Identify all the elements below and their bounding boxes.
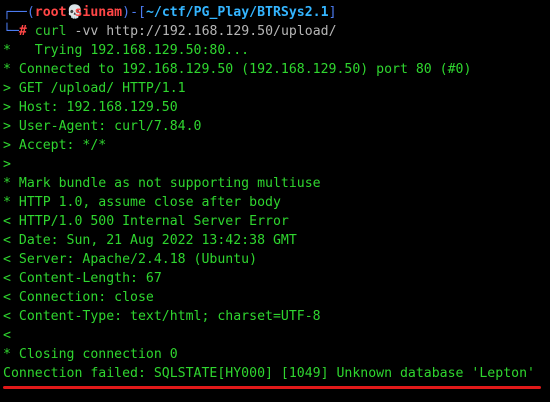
output-line: > <box>3 157 11 172</box>
command-flag: -vv <box>74 24 99 39</box>
command-line[interactable]: └─# curl -vv http://192.168.129.50/uploa… <box>3 22 550 41</box>
prompt-separator: )-[ <box>122 5 146 20</box>
output-line: < HTTP/1.0 500 Internal Server Error <box>3 214 289 229</box>
prompt-open-paren: ( <box>26 5 35 20</box>
output-line: > Accept: */* <box>3 138 107 153</box>
output-line: * Mark bundle as not supporting multiuse <box>3 176 321 191</box>
output-line: * HTTP 1.0, assume close after body <box>3 195 281 210</box>
error-message-line: Connection failed: SQLSTATE[HY000] [1049… <box>3 366 535 381</box>
output-line: < Connection: close <box>3 290 154 305</box>
output-line: > GET /upload/ HTTP/1.1 <box>3 81 186 96</box>
output-line: < Date: Sun, 21 Aug 2022 13:42:38 GMT <box>3 233 297 248</box>
command-url: http://192.168.129.50/upload/ <box>106 24 337 39</box>
prompt-user: root <box>34 5 67 20</box>
output-line: * Trying 192.168.129.50:80... <box>3 43 250 58</box>
terminal-window[interactable]: ┌──(root💀siunam)-[~/ctf/PG_Play/BTRSys2.… <box>3 3 550 402</box>
error-highlight-underline <box>3 386 541 389</box>
prompt-bottom-corner: └─ <box>3 24 19 39</box>
output-line: > User-Agent: curl/7.84.0 <box>3 119 202 134</box>
output-line: * Closing connection 0 <box>3 347 178 362</box>
prompt-path: ~/ctf/PG_Play/BTRSys2.1 <box>145 5 329 20</box>
prompt-line-top: ┌──(root💀siunam)-[~/ctf/PG_Play/BTRSys2.… <box>3 3 550 22</box>
output-line: < Content-Length: 67 <box>3 271 162 286</box>
command-name: curl <box>34 24 67 39</box>
output-line: * Connected to 192.168.129.50 (192.168.1… <box>3 62 472 77</box>
prompt-top-corner: ┌── <box>3 5 27 20</box>
output-line: < Server: Apache/2.4.18 (Ubuntu) <box>3 252 258 267</box>
prompt-host: siunam <box>74 5 123 20</box>
output-line: < <box>3 328 11 343</box>
prompt-hash: # <box>18 24 27 39</box>
output-line: > Host: 192.168.129.50 <box>3 100 178 115</box>
prompt-close-bracket: ] <box>328 5 337 20</box>
output-line: < Content-Type: text/html; charset=UTF-8 <box>3 309 321 324</box>
